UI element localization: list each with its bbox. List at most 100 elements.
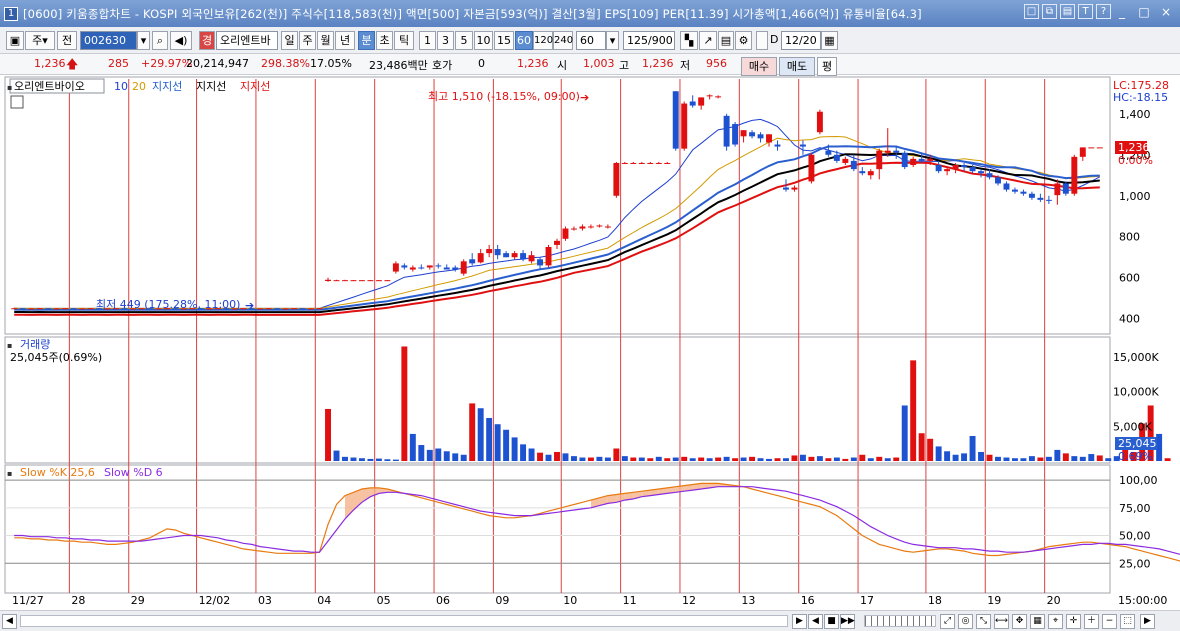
indicator-icon[interactable]: ▚ — [680, 31, 698, 50]
period-minute[interactable]: 분 — [358, 31, 375, 50]
search-icon[interactable]: ⌕ — [152, 31, 168, 50]
table-icon[interactable]: ▤ — [1060, 4, 1075, 19]
price-tag-value: 1,236 — [1118, 141, 1150, 154]
volume-bar — [545, 454, 552, 461]
play-next-icon[interactable]: ▶▶ — [840, 614, 855, 629]
period-year[interactable]: 년 — [335, 31, 355, 50]
period-day[interactable]: 일 — [281, 31, 298, 50]
candle-body — [486, 249, 493, 254]
zoom-slider[interactable] — [864, 615, 936, 627]
volume-bar — [579, 457, 586, 461]
cursor-icon[interactable]: ⌖ — [1048, 614, 1063, 629]
date-input[interactable]: 12/20 — [781, 31, 821, 50]
interval-1[interactable]: 1 — [419, 31, 436, 50]
fullscreen-icon[interactable]: ⬚ — [1120, 614, 1135, 629]
interval-240[interactable]: 240 — [553, 31, 573, 50]
sound-icon[interactable]: ◀) — [170, 31, 192, 50]
current-price: 1,236 — [34, 57, 66, 70]
interval-15[interactable]: 15 — [494, 31, 514, 50]
text-icon[interactable]: T — [1078, 4, 1093, 19]
candle-body — [740, 130, 747, 137]
volume-bar — [876, 456, 883, 461]
chart-area[interactable]: 1,400 1,200 1,000 800 600 400 15,000K 10,000K 5,… — [0, 75, 1180, 631]
calendar-icon[interactable]: ▦ — [821, 31, 838, 50]
market-type-select[interactable]: 주▾ — [25, 31, 55, 50]
grid-icon[interactable]: ▦ — [1030, 614, 1045, 629]
scroll-end-icon[interactable]: ▶ — [1140, 614, 1155, 629]
market-scope-button[interactable]: 전 — [57, 31, 77, 50]
stoch-tick-label: 75,00 — [1119, 502, 1151, 515]
scroll-left-icon[interactable]: ◀ — [2, 614, 17, 629]
scroll-right-icon[interactable]: ▶ — [792, 614, 807, 629]
zoom-in-icon[interactable]: ＋ — [1084, 614, 1099, 629]
candle-body — [87, 308, 94, 310]
restore-panel-icon[interactable]: □ — [1024, 4, 1039, 19]
price-tag-pct: 0.00% — [1118, 154, 1153, 167]
x-tick-label: 11 — [623, 594, 637, 607]
interval-120[interactable]: 120 — [533, 31, 553, 50]
candle-body — [995, 177, 1001, 184]
candle-body — [952, 165, 959, 170]
candle-body — [537, 259, 544, 266]
minimize-button[interactable]: _ — [1114, 4, 1130, 20]
volume-tag-value: 25,045 — [1118, 437, 1157, 450]
bar-count-input[interactable]: 125/900 — [623, 31, 675, 50]
interval-10[interactable]: 10 — [474, 31, 493, 50]
chart-svg[interactable]: 1,4001,2001,00080060040015,000K10,000K5,… — [0, 75, 1180, 610]
volume-bar — [884, 458, 891, 461]
tile-icon[interactable]: ⧉ — [1042, 4, 1057, 19]
market-type-label: 주 — [32, 34, 43, 47]
zoom-reset-icon[interactable]: ◎ — [958, 614, 973, 629]
stoch-tick-label: 100,00 — [1119, 474, 1158, 487]
evaluation-button[interactable]: 평 — [817, 57, 837, 76]
period-tick[interactable]: 틱 — [394, 31, 414, 50]
zoom-fit-icon[interactable]: ⤢ — [940, 614, 955, 629]
stock-code-input[interactable]: 002630 — [80, 31, 137, 50]
buy-button[interactable]: 매수 — [741, 57, 777, 76]
candle-body — [545, 246, 552, 266]
chart-scrollbar[interactable]: ◀ ▶ ◀ ■ ▶▶ ⤢ ◎ ⤡ ⟷ ✥ ▦ ⌖ ✛ ＋ − ⬚ ▶ — [0, 610, 1180, 631]
play-prev-icon[interactable]: ◀ — [808, 614, 823, 629]
close-button[interactable]: × — [1158, 4, 1174, 20]
trend-line-icon[interactable]: ↗ — [699, 31, 717, 50]
volume-bar — [672, 457, 679, 461]
window-title-bar: 1 [0600] 키움종합차트 - KOSPI 외국인보유[262(천)] 주식… — [0, 0, 1180, 27]
candle-body — [799, 144, 806, 147]
sell-button[interactable]: 매도 — [779, 57, 815, 76]
collapse-icon[interactable]: ⤡ — [976, 614, 991, 629]
chart-toolbar: ▣ 주▾ 전 002630 ▾ ⌕ ◀) 경 오리엔트바 일 주 월 년 분 초… — [0, 27, 1180, 54]
stock-code-dropdown-icon[interactable]: ▾ — [137, 31, 150, 50]
interval-60[interactable]: 60 — [515, 31, 533, 50]
price-tick-label: 1,000 — [1119, 190, 1151, 203]
stop-icon[interactable]: ■ — [824, 614, 839, 629]
split-icon[interactable]: ⟷ — [994, 614, 1009, 629]
pan-icon[interactable]: ✥ — [1012, 614, 1027, 629]
interval-input[interactable]: 60 — [576, 31, 606, 50]
candle-body — [783, 187, 789, 190]
period-month[interactable]: 월 — [317, 31, 334, 50]
period-second[interactable]: 초 — [376, 31, 393, 50]
candle-body — [265, 308, 272, 310]
volume-bar — [469, 403, 476, 461]
volume-bar — [791, 455, 798, 461]
grid-toggle-icon[interactable] — [10, 95, 24, 109]
scroll-track[interactable] — [20, 615, 788, 627]
save-layout-icon[interactable]: ▣ — [6, 31, 24, 50]
volume-bar — [1028, 456, 1035, 461]
interval-3[interactable]: 3 — [437, 31, 454, 50]
interval-5[interactable]: 5 — [455, 31, 473, 50]
interval-dropdown-icon[interactable]: ▾ — [606, 31, 619, 50]
period-week[interactable]: 주 — [299, 31, 316, 50]
crosshair-icon[interactable]: ✛ — [1066, 614, 1081, 629]
disk-save-icon[interactable]: ▤ — [718, 31, 734, 50]
candle-body — [893, 150, 900, 153]
volume-bar — [1096, 455, 1103, 461]
maximize-button[interactable]: □ — [1136, 4, 1152, 20]
settings-gear-icon[interactable]: ⚙ — [735, 31, 752, 50]
help-icon[interactable]: ? — [1096, 4, 1111, 19]
volume-bar — [749, 456, 756, 461]
date-checkbox[interactable] — [756, 31, 768, 50]
zoom-out-icon[interactable]: − — [1102, 614, 1117, 629]
volume-bar — [358, 458, 365, 461]
volume-bar — [995, 456, 1001, 461]
